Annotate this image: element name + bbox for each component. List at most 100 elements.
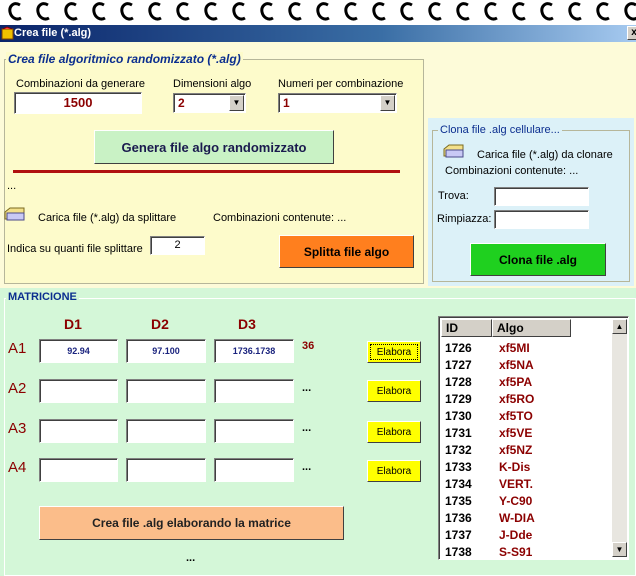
trova-label: Trova: — [438, 190, 469, 202]
spiral-ring-icon — [63, 1, 79, 23]
matrix-cell[interactable] — [39, 458, 118, 482]
row-label-a1: A1 — [8, 340, 27, 357]
list-item-algo: xf5PA — [499, 375, 533, 389]
row-label-a2: A2 — [8, 380, 27, 397]
load-file-icon[interactable] — [443, 143, 465, 159]
matrix-cell[interactable] — [126, 379, 206, 403]
list-item-algo: Y-C90 — [499, 494, 533, 508]
list-item-id: 1728 — [445, 375, 472, 389]
spiral-ring-icon — [119, 1, 135, 23]
column-header-d1: D1 — [64, 316, 82, 332]
spiral-ring-icon — [287, 1, 303, 23]
list-item-id: 1736 — [445, 511, 472, 525]
genera-button[interactable]: Genera file algo randomizzato — [94, 130, 334, 164]
list-item[interactable]: 1729 xf5RO — [439, 390, 611, 407]
list-item-id: 1727 — [445, 358, 472, 372]
list-item[interactable]: 1726 xf5MI — [439, 339, 611, 356]
spiral-binding — [0, 0, 636, 26]
numeri-select[interactable]: 1 ▼ — [278, 93, 397, 113]
spiral-ring-icon — [595, 1, 611, 23]
list-item[interactable]: 1727 xf5NA — [439, 356, 611, 373]
spiral-ring-icon — [175, 1, 191, 23]
row-result: 36 — [302, 340, 315, 352]
matrice-status: ... — [186, 552, 196, 564]
list-item-algo: xf5NA — [499, 358, 534, 372]
numeri-label: Numeri per combinazione — [278, 78, 404, 90]
list-item[interactable]: 1730 xf5TO — [439, 407, 611, 424]
dimensioni-value: 2 — [178, 96, 185, 110]
elabora-button[interactable]: Elabora — [367, 460, 421, 482]
list-item-algo: VERT. — [499, 477, 534, 491]
spiral-ring-icon — [35, 1, 51, 23]
matrix-cell[interactable]: 92.94 — [39, 339, 118, 363]
dropdown-arrow-icon[interactable]: ▼ — [380, 95, 395, 111]
splitta-button[interactable]: Splitta file algo — [279, 235, 414, 268]
spiral-ring-icon — [483, 1, 499, 23]
list-item-id: 1729 — [445, 392, 472, 406]
list-item[interactable]: 1734 VERT. — [439, 475, 611, 492]
clona-button[interactable]: Clona file .alg — [470, 243, 606, 276]
matrix-cell[interactable] — [214, 379, 294, 403]
list-item-id: 1733 — [445, 460, 472, 474]
list-item[interactable]: 1736 W-DIA — [439, 509, 611, 526]
close-icon[interactable]: x — [627, 26, 636, 40]
spiral-ring-icon — [427, 1, 443, 23]
matrix-cell[interactable] — [39, 379, 118, 403]
crea-status: ... — [7, 180, 17, 192]
trova-input[interactable] — [494, 187, 589, 206]
list-item[interactable]: 1733 K-Dis — [439, 458, 611, 475]
list-item-id: 1737 — [445, 528, 472, 542]
algo-list[interactable]: ID Algo 1726 xf5MI 1727 xf5NA 1728 xf5PA 1729 x… — [438, 316, 629, 560]
list-item[interactable]: 1731 xf5VE — [439, 424, 611, 441]
rimpiazza-input[interactable] — [494, 210, 589, 229]
carica-clona-label: Carica file (*.alg) da clonare — [477, 149, 613, 161]
split-count-input[interactable]: 2 — [150, 236, 205, 255]
load-file-icon[interactable] — [4, 206, 26, 222]
clona-legend: Clona file .alg cellulare... — [438, 124, 562, 136]
scroll-up-icon[interactable]: ▲ — [612, 319, 627, 334]
dimensioni-select[interactable]: 2 ▼ — [173, 93, 246, 113]
elabora-button[interactable]: Elabora — [367, 421, 421, 443]
crea-matrice-button[interactable]: Crea file .alg elaborando la matrice — [39, 506, 344, 540]
matrix-cell[interactable] — [126, 419, 206, 443]
spiral-ring-icon — [203, 1, 219, 23]
row-label-a3: A3 — [8, 420, 27, 437]
spiral-ring-icon — [315, 1, 331, 23]
title-bar[interactable]: Crea file (*.alg) x — [0, 25, 636, 42]
list-item-id: 1734 — [445, 477, 472, 491]
combinazioni-input[interactable]: 1500 — [14, 92, 142, 114]
dropdown-arrow-icon[interactable]: ▼ — [229, 95, 244, 111]
spiral-ring-icon — [371, 1, 387, 23]
spiral-ring-icon — [343, 1, 359, 23]
crea-legend: Crea file algoritmico randomizzato (*.al… — [6, 52, 243, 66]
matrix-cell[interactable] — [214, 458, 294, 482]
app-icon — [1, 26, 14, 40]
list-item[interactable]: 1732 xf5NZ — [439, 441, 611, 458]
matrix-cell[interactable] — [214, 419, 294, 443]
row-label-a4: A4 — [8, 459, 27, 476]
dimensioni-label: Dimensioni algo — [173, 78, 252, 90]
matrix-cell[interactable] — [126, 458, 206, 482]
list-item[interactable]: 1735 Y-C90 — [439, 492, 611, 509]
spiral-ring-icon — [399, 1, 415, 23]
matrix-cell[interactable]: 97.100 — [126, 339, 206, 363]
elabora-button[interactable]: Elabora — [367, 380, 421, 402]
scroll-down-icon[interactable]: ▼ — [612, 542, 627, 557]
list-item[interactable]: 1738 S-S91 — [439, 543, 611, 559]
spiral-ring-icon — [567, 1, 583, 23]
matricione-legend: MATRICIONE — [6, 291, 79, 303]
column-header-algo[interactable]: Algo — [492, 319, 571, 337]
list-item[interactable]: 1728 xf5PA — [439, 373, 611, 390]
vertical-scrollbar[interactable]: ▲ ▼ — [612, 319, 627, 557]
matrix-cell[interactable]: 1736.1738 — [214, 339, 294, 363]
matrix-cell[interactable] — [39, 419, 118, 443]
list-item[interactable]: 1737 J-Dde — [439, 526, 611, 543]
list-item-id: 1730 — [445, 409, 472, 423]
clona-combinazioni-label: Combinazioni contenute: ... — [445, 165, 579, 177]
elabora-button[interactable]: Elabora — [367, 341, 421, 363]
column-header-d3: D3 — [238, 316, 256, 332]
spiral-ring-icon — [455, 1, 471, 23]
list-item-algo: W-DIA — [499, 511, 535, 525]
column-header-id[interactable]: ID — [441, 319, 492, 337]
spiral-ring-icon — [539, 1, 555, 23]
